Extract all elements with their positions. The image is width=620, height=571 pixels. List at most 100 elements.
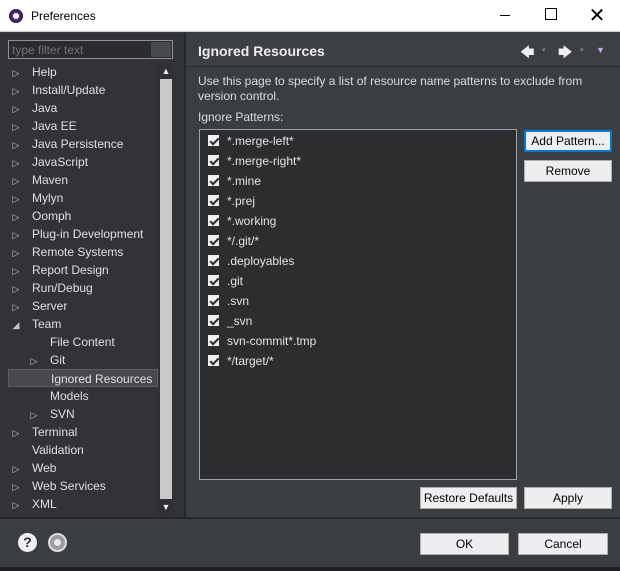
help-icon[interactable]: ? — [18, 533, 37, 552]
pattern-item[interactable]: *.working — [208, 212, 276, 230]
expand-toggle-icon[interactable]: ▷ — [10, 172, 22, 190]
tree-item-web[interactable]: ▷ Web — [8, 459, 57, 478]
ignore-patterns-list[interactable]: *.merge-left* *.merge-right* *.mine *.prej *… — [199, 129, 517, 480]
expand-toggle-icon[interactable]: ◢ — [10, 316, 22, 334]
pattern-item[interactable]: _svn — [208, 312, 252, 330]
filter-input[interactable] — [8, 40, 173, 59]
tree-item-validation[interactable]: Validation — [8, 441, 84, 459]
apply-button[interactable]: Apply — [524, 487, 612, 509]
tree-item-oomph[interactable]: ▷ Oomph — [8, 207, 72, 226]
forward-arrow-icon[interactable]: 🡆 — [558, 42, 572, 66]
pattern-item[interactable]: *.prej — [208, 192, 255, 210]
maximize-button[interactable] — [528, 0, 574, 32]
tree-item-remote-systems[interactable]: ▷ Remote Systems — [8, 243, 124, 262]
pattern-checkbox[interactable] — [208, 315, 219, 326]
pattern-checkbox[interactable] — [208, 135, 219, 146]
tree-item-label: Plug-in Development — [32, 227, 144, 241]
record-macro-icon[interactable] — [48, 533, 67, 552]
scroll-up-icon[interactable]: ▲ — [158, 63, 174, 79]
tree-item-install-update[interactable]: ▷ Install/Update — [8, 81, 106, 100]
pattern-item[interactable]: */target/* — [208, 352, 274, 370]
expand-toggle-icon[interactable]: ▷ — [10, 100, 22, 118]
tree-item-java-ee[interactable]: ▷ Java EE — [8, 117, 77, 135]
tree-item-run-debug[interactable]: ▷ Run/Debug — [8, 279, 93, 297]
expand-toggle-icon[interactable]: ▷ — [10, 82, 22, 100]
expand-toggle-icon[interactable]: ▷ — [10, 244, 22, 262]
expand-toggle-icon[interactable]: ▷ — [10, 208, 22, 226]
pattern-checkbox[interactable] — [208, 235, 219, 246]
pattern-item[interactable]: *.merge-left* — [208, 132, 294, 150]
close-button[interactable]: ✕ — [574, 0, 620, 32]
back-arrow-icon[interactable]: 🡄 — [520, 42, 534, 66]
tree-item-ignored-resources[interactable]: Ignored Resources — [8, 369, 158, 387]
pattern-checkbox[interactable] — [208, 255, 219, 266]
expand-toggle-icon[interactable]: ▷ — [10, 478, 22, 496]
pattern-checkbox[interactable] — [208, 155, 219, 166]
expand-toggle-icon[interactable]: ▷ — [10, 424, 22, 442]
tree-item-label: Java Persistence — [32, 137, 124, 151]
tree-item-server[interactable]: ▷ Server — [8, 297, 68, 316]
tree-item-java-persistence[interactable]: ▷ Java Persistence — [8, 135, 124, 154]
tree-item-terminal[interactable]: ▷ Terminal — [8, 423, 78, 442]
pattern-item[interactable]: .git — [208, 272, 243, 290]
pattern-checkbox[interactable] — [208, 275, 219, 286]
tree-item-xml[interactable]: ▷ XML — [8, 495, 57, 513]
expand-toggle-icon[interactable]: ▷ — [10, 64, 22, 82]
pattern-checkbox[interactable] — [208, 335, 219, 346]
tree-item-label: Ignored Resources — [51, 372, 153, 386]
eclipse-app-icon — [9, 9, 23, 23]
pattern-checkbox[interactable] — [208, 295, 219, 306]
scroll-thumb[interactable] — [160, 79, 172, 499]
tree-item-javascript[interactable]: ▷ JavaScript — [8, 153, 89, 172]
back-dropdown-icon[interactable]: ▾ — [542, 46, 546, 54]
tree-item-models[interactable]: Models — [8, 387, 89, 405]
pattern-checkbox[interactable] — [208, 195, 219, 206]
pattern-item[interactable]: *.mine — [208, 172, 261, 190]
remove-button[interactable]: Remove — [524, 160, 612, 182]
tree-item-report-design[interactable]: ▷ Report Design — [8, 261, 109, 279]
expand-toggle-icon[interactable]: ▷ — [10, 136, 22, 154]
forward-dropdown-icon[interactable]: ▾ — [580, 46, 584, 54]
expand-toggle-icon[interactable]: ▷ — [10, 118, 22, 136]
filter-clear-button[interactable] — [151, 42, 171, 57]
view-menu-icon[interactable]: ▼ — [596, 45, 605, 55]
expand-toggle-icon[interactable]: ▷ — [10, 460, 22, 478]
add-pattern-button[interactable]: Add Pattern... — [524, 130, 612, 152]
pattern-checkbox[interactable] — [208, 355, 219, 366]
ok-button[interactable]: OK — [420, 533, 509, 555]
cancel-button[interactable]: Cancel — [518, 533, 608, 555]
expand-toggle-icon[interactable]: ▷ — [28, 406, 40, 424]
tree-item-git[interactable]: ▷ Git — [8, 351, 66, 370]
restore-defaults-button[interactable]: Restore Defaults — [420, 487, 517, 509]
expand-toggle-icon[interactable]: ▷ — [10, 190, 22, 208]
expand-toggle-icon[interactable]: ▷ — [28, 352, 40, 370]
tree-item-maven[interactable]: ▷ Maven — [8, 171, 69, 190]
expand-toggle-icon[interactable]: ▷ — [10, 226, 22, 244]
pattern-item[interactable]: .svn — [208, 292, 249, 310]
tree-item-web-services[interactable]: ▷ Web Services — [8, 477, 106, 495]
tree-item-svn[interactable]: ▷ SVN — [8, 405, 75, 423]
tree-item-java[interactable]: ▷ Java — [8, 99, 58, 118]
tree-item-label: Server — [32, 299, 68, 313]
tree-scrollbar[interactable]: ▲ ▼ — [158, 63, 174, 515]
tree-item-mylyn[interactable]: ▷ Mylyn — [8, 189, 64, 208]
pattern-item[interactable]: .deployables — [208, 252, 294, 270]
tree-item-team[interactable]: ◢ Team — [8, 315, 62, 334]
expand-toggle-icon[interactable]: ▷ — [10, 280, 22, 298]
pattern-item[interactable]: */.git/* — [208, 232, 259, 250]
pattern-item[interactable]: *.merge-right* — [208, 152, 301, 170]
pattern-checkbox[interactable] — [208, 215, 219, 226]
expand-toggle-icon[interactable]: ▷ — [10, 154, 22, 172]
tree-item-help[interactable]: ▷ Help — [8, 63, 57, 81]
tree-item-label: Team — [32, 317, 62, 331]
pattern-checkbox[interactable] — [208, 175, 219, 186]
expand-toggle-icon[interactable]: ▷ — [10, 298, 22, 316]
minimize-button[interactable] — [482, 0, 528, 32]
tree-item-plug-in-development[interactable]: ▷ Plug-in Development — [8, 225, 144, 244]
scroll-down-icon[interactable]: ▼ — [158, 499, 174, 515]
expand-toggle-icon[interactable]: ▷ — [10, 262, 22, 280]
pattern-item[interactable]: svn-commit*.tmp — [208, 332, 316, 350]
expand-toggle-icon[interactable]: ▷ — [10, 496, 22, 514]
page-title: Ignored Resources — [198, 43, 325, 59]
tree-item-file-content[interactable]: File Content — [8, 333, 115, 351]
